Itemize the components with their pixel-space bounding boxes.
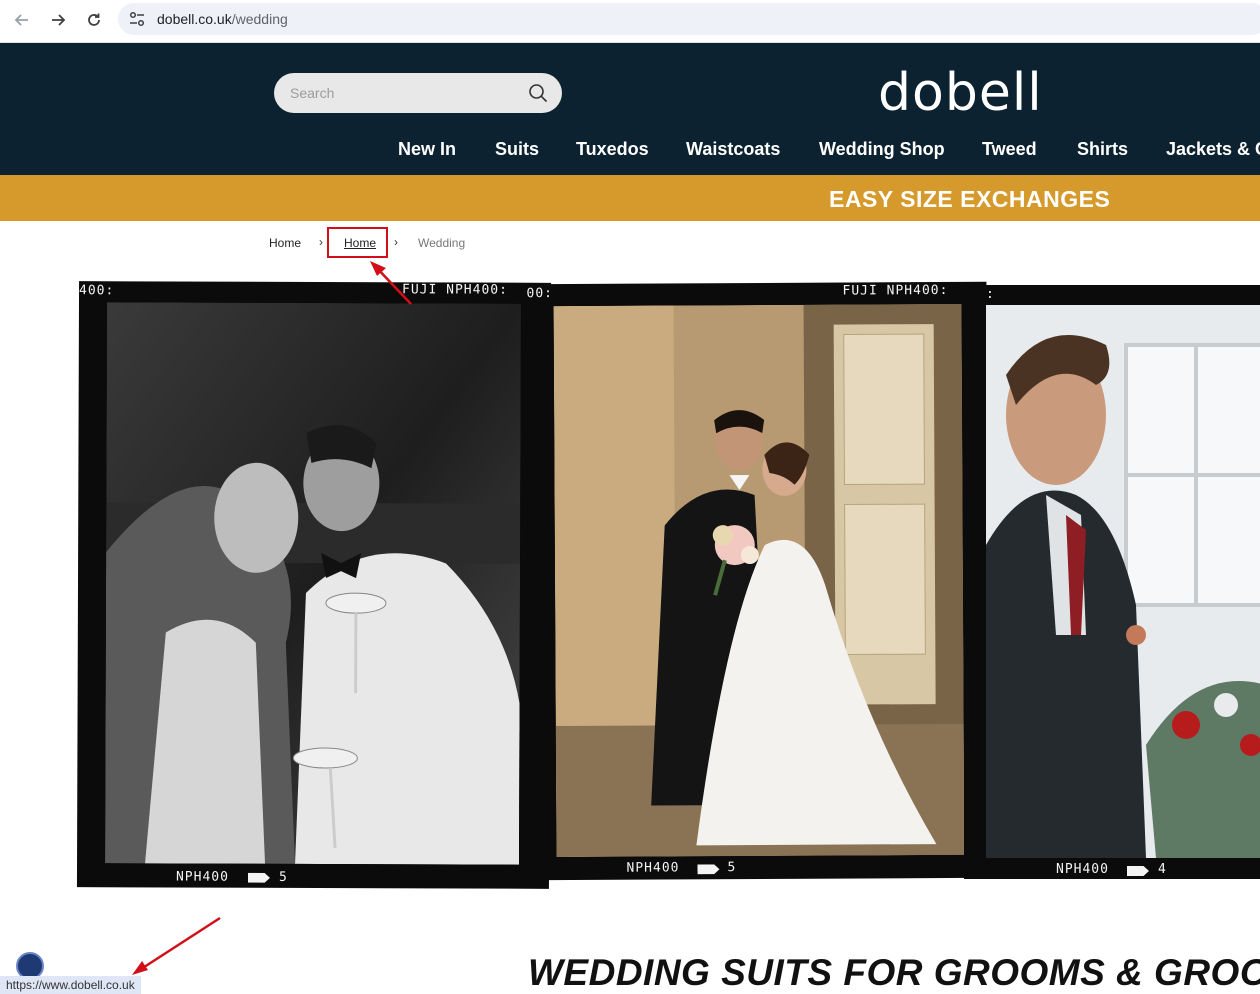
url-text: dobell.co.uk/wedding xyxy=(157,11,288,27)
wedding-photo-3 xyxy=(986,305,1260,858)
reload-button[interactable] xyxy=(81,7,107,33)
wedding-photo-1 xyxy=(105,302,521,865)
browser-toolbar: dobell.co.uk/wedding xyxy=(0,0,1260,43)
breadcrumb-current: Wedding xyxy=(418,236,466,250)
film-edge-label: 00: xyxy=(526,286,554,302)
promo-banner[interactable]: EASY SIZE EXCHANGES xyxy=(0,175,1260,221)
chevron-right-icon: › xyxy=(394,235,398,249)
film-edge-label: FUJI NPH400: xyxy=(842,282,949,299)
nav-tweed[interactable]: Tweed xyxy=(982,139,1037,160)
search-box[interactable] xyxy=(274,73,562,113)
nav-wedding-shop[interactable]: Wedding Shop xyxy=(819,139,945,160)
breadcrumb-home[interactable]: Home xyxy=(269,236,301,250)
main-nav: New In Suits Tuxedos Waistcoats Wedding … xyxy=(0,139,1260,167)
film-frame-3: : NPH400 4 xyxy=(964,285,1260,879)
film-frame-2: 00: FUJI NPH400: NPH400 5 xyxy=(526,281,990,881)
nav-suits[interactable]: Suits xyxy=(495,139,539,160)
film-frame-1: 400: FUJI NPH400: NPH400 5 xyxy=(76,281,552,889)
site-header: dobell New In Suits Tuxedos Waistcoats W… xyxy=(0,43,1260,175)
address-bar[interactable]: dobell.co.uk/wedding xyxy=(118,3,1260,35)
page-root: dobell.co.uk/wedding dobell New In Suits… xyxy=(0,0,1260,994)
film-frame-number: 5 xyxy=(278,869,288,885)
forward-button[interactable] xyxy=(45,7,71,33)
arrow-right-icon xyxy=(52,14,66,26)
nav-new-in[interactable]: New In xyxy=(398,139,456,160)
annotation-highlight-box xyxy=(327,227,388,258)
nav-jackets-coats[interactable]: Jackets & C xyxy=(1166,139,1260,160)
url-path: /wedding xyxy=(231,11,288,27)
film-arrow-icon xyxy=(1127,866,1149,876)
film-arrow-icon xyxy=(248,873,270,883)
search-input[interactable] xyxy=(274,73,514,113)
arrow-left-icon xyxy=(14,14,28,26)
promo-text: EASY SIZE EXCHANGES xyxy=(829,186,1111,212)
film-edge-label: NPH400 xyxy=(175,869,229,885)
annotation-arrow-status xyxy=(132,916,221,975)
film-arrow-icon xyxy=(697,864,719,874)
search-icon[interactable] xyxy=(528,83,548,103)
film-edge-label: NPH400 xyxy=(626,860,680,876)
nav-shirts[interactable]: Shirts xyxy=(1077,139,1128,160)
back-button[interactable] xyxy=(9,7,35,33)
film-edge-label: FUJI NPH400: xyxy=(402,282,508,298)
film-edge-label: NPH400 xyxy=(1056,862,1109,877)
film-frame-number: 5 xyxy=(727,860,737,876)
reload-icon xyxy=(88,13,100,26)
groom-portrait-image xyxy=(986,305,1260,858)
wedding-photo-2 xyxy=(553,303,965,858)
couple-color-image xyxy=(553,303,965,858)
film-edge-label: 400: xyxy=(78,283,115,299)
site-logo[interactable]: dobell xyxy=(878,61,1043,125)
nav-waistcoats[interactable]: Waistcoats xyxy=(686,139,780,160)
url-host: dobell.co.uk xyxy=(157,11,232,27)
page-title: WEDDING SUITS FOR GROOMS & GROOMS xyxy=(528,952,1260,993)
chevron-right-icon: › xyxy=(319,235,323,249)
status-bar-url: https://www.dobell.co.uk xyxy=(0,976,141,994)
film-edge-label: : xyxy=(986,287,995,302)
site-settings-icon[interactable] xyxy=(128,11,146,27)
film-frame-number: 4 xyxy=(1158,862,1167,877)
nav-tuxedos[interactable]: Tuxedos xyxy=(576,139,649,160)
couple-bw-image xyxy=(105,302,521,865)
